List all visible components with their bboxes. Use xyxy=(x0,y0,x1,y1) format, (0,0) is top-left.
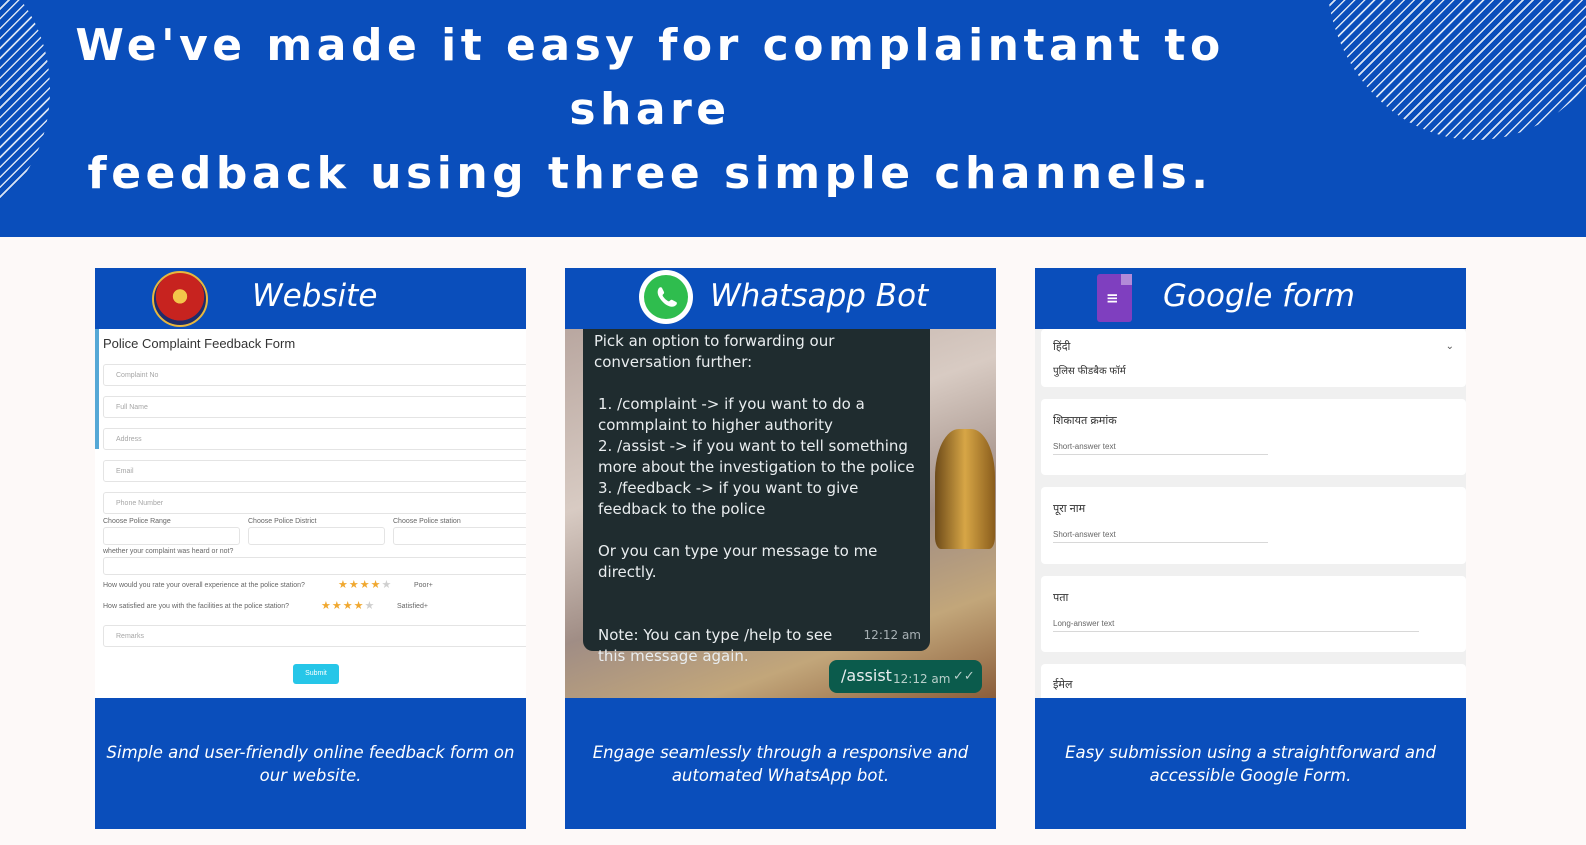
full-name-field[interactable]: Full Name xyxy=(103,396,526,418)
bot-option-feedback: 3. /feedback -> if you want to give feed… xyxy=(598,479,859,518)
read-receipt-icon: ✓✓ xyxy=(953,669,975,684)
google-form-channel-card: ≡ Google form हिंदी पुलिस फीडबैक फॉर्म ⌄… xyxy=(1035,268,1466,829)
whatsapp-icon-inner xyxy=(644,275,688,319)
whatsapp-card-description: Engage seamlessly through a responsive a… xyxy=(565,698,996,829)
police-range-select[interactable] xyxy=(103,527,240,545)
star-icon[interactable]: ★ xyxy=(354,599,365,612)
question-label: पता xyxy=(1053,592,1069,604)
page-headline: We've made it easy for complaintant to s… xyxy=(0,14,1300,206)
form-title: Police Complaint Feedback Form xyxy=(103,336,296,351)
star-icon[interactable]: ★ xyxy=(382,578,393,591)
website-description-text: Simple and user-friendly online feedback… xyxy=(106,742,515,785)
star-icon[interactable]: ★ xyxy=(338,578,349,591)
website-form-screenshot: Police Complaint Feedback Form Complaint… xyxy=(95,329,526,698)
address-field[interactable]: Address xyxy=(103,428,526,450)
website-card-description: Simple and user-friendly online feedback… xyxy=(95,698,526,829)
star-icon[interactable]: ★ xyxy=(360,578,371,591)
hatch-decoration-right xyxy=(1326,0,1586,140)
answer-field[interactable]: Short-answer text xyxy=(1053,442,1268,455)
list-icon: ≡ xyxy=(1106,289,1119,307)
bot-option-complaint: 1. /complaint -> if you want to do a com… xyxy=(598,395,865,434)
headline-line-1: We've made it easy for complaintant to s… xyxy=(75,20,1225,135)
google-form-card-title: Google form xyxy=(1163,278,1355,314)
form-accent-bar xyxy=(95,329,99,449)
question-label: ईमेल xyxy=(1053,679,1073,691)
whatsapp-channel-card: Whatsapp Bot Pick an option to forwardin… xyxy=(565,268,996,829)
whatsapp-chat-screenshot: Pick an option to forwarding our convers… xyxy=(565,329,996,698)
district-label: Choose Police District xyxy=(248,518,317,525)
question-card[interactable]: पता Long-answer text xyxy=(1041,576,1466,652)
experience-rating[interactable]: ★★★★★ xyxy=(338,578,392,591)
heard-select[interactable] xyxy=(103,557,526,575)
google-form-card-description: Easy submission using a straightforward … xyxy=(1035,698,1466,829)
google-form-description-text: Easy submission using a straightforward … xyxy=(1065,742,1436,785)
star-icon[interactable]: ★ xyxy=(349,578,360,591)
remarks-field[interactable]: Remarks xyxy=(103,625,526,647)
bot-message-time: 12:12 am xyxy=(863,628,921,642)
star-icon[interactable]: ★ xyxy=(371,578,382,591)
answer-field[interactable]: Short-answer text xyxy=(1053,530,1268,543)
phone-number-field[interactable]: Phone Number xyxy=(103,492,526,514)
user-reply-bubble: /assist 12:12 am ✓✓ xyxy=(829,660,982,693)
whatsapp-description-text: Engage seamlessly through a responsive a… xyxy=(592,742,969,785)
google-form-title: पुलिस फीडबैक फॉर्म xyxy=(1053,366,1126,377)
website-channel-card: Website Police Complaint Feedback Form C… xyxy=(95,268,526,829)
bot-message-intro: Pick an option to forwarding our convers… xyxy=(594,332,835,371)
facilities-rating[interactable]: ★★★★★ xyxy=(321,599,375,612)
heard-label: whether your complaint was heard or not? xyxy=(103,548,234,555)
question-card[interactable]: शिकायत क्रमांक Short-answer text xyxy=(1041,399,1466,475)
star-icon[interactable]: ★ xyxy=(321,599,332,612)
google-form-screenshot: हिंदी पुलिस फीडबैक फॉर्म ⌄ शिकायत क्रमां… xyxy=(1035,329,1466,698)
bot-message-direct: Or you can type your message to me direc… xyxy=(598,542,878,581)
user-reply-text: /assist xyxy=(841,666,892,685)
experience-label: How would you rate your overall experien… xyxy=(103,582,305,589)
website-card-title: Website xyxy=(252,278,378,314)
star-icon[interactable]: ★ xyxy=(365,599,376,612)
range-label: Choose Police Range xyxy=(103,518,171,525)
website-card-header: Website xyxy=(95,268,526,329)
whatsapp-icon xyxy=(639,270,693,324)
google-forms-icon: ≡ xyxy=(1097,274,1132,322)
google-form-card-header: ≡ Google form xyxy=(1035,268,1466,329)
email-field[interactable]: Email xyxy=(103,460,526,482)
submit-button[interactable]: Submit xyxy=(293,664,339,684)
headline-line-2: feedback using three simple channels. xyxy=(87,148,1213,199)
police-district-select[interactable] xyxy=(248,527,385,545)
question-card[interactable]: ईमेल xyxy=(1041,664,1466,698)
facilities-value: Satisfied+ xyxy=(397,603,428,610)
bot-message-bubble: Pick an option to forwarding our convers… xyxy=(583,329,930,665)
question-card[interactable]: पूरा नाम Short-answer text xyxy=(1041,487,1466,564)
police-station-select[interactable] xyxy=(393,527,526,545)
police-emblem-icon xyxy=(152,271,208,327)
question-label: पूरा नाम xyxy=(1053,503,1086,515)
whatsapp-card-title: Whatsapp Bot xyxy=(710,278,929,314)
complaint-no-field[interactable]: Complaint No xyxy=(103,364,526,386)
question-label: शिकायत क्रमांक xyxy=(1053,415,1117,427)
form-header-section: हिंदी पुलिस फीडबैक फॉर्म ⌄ xyxy=(1041,329,1466,387)
experience-value: Poor+ xyxy=(414,582,433,589)
bot-option-assist: 2. /assist -> if you want to tell someth… xyxy=(598,437,915,476)
wallpaper-lamp xyxy=(935,429,995,549)
language-label: हिंदी xyxy=(1053,341,1071,353)
facilities-label: How satisfied are you with the facilitie… xyxy=(103,603,289,610)
collapse-chevron-icon[interactable]: ⌄ xyxy=(1446,341,1454,352)
header-banner: We've made it easy for complaintant to s… xyxy=(0,0,1586,237)
user-reply-time: 12:12 am xyxy=(893,672,951,686)
star-icon[interactable]: ★ xyxy=(343,599,354,612)
answer-field[interactable]: Long-answer text xyxy=(1053,619,1419,632)
phone-handset-icon xyxy=(657,287,677,307)
star-icon[interactable]: ★ xyxy=(332,599,343,612)
whatsapp-card-header: Whatsapp Bot xyxy=(565,268,996,329)
station-label: Choose Police station xyxy=(393,518,461,525)
